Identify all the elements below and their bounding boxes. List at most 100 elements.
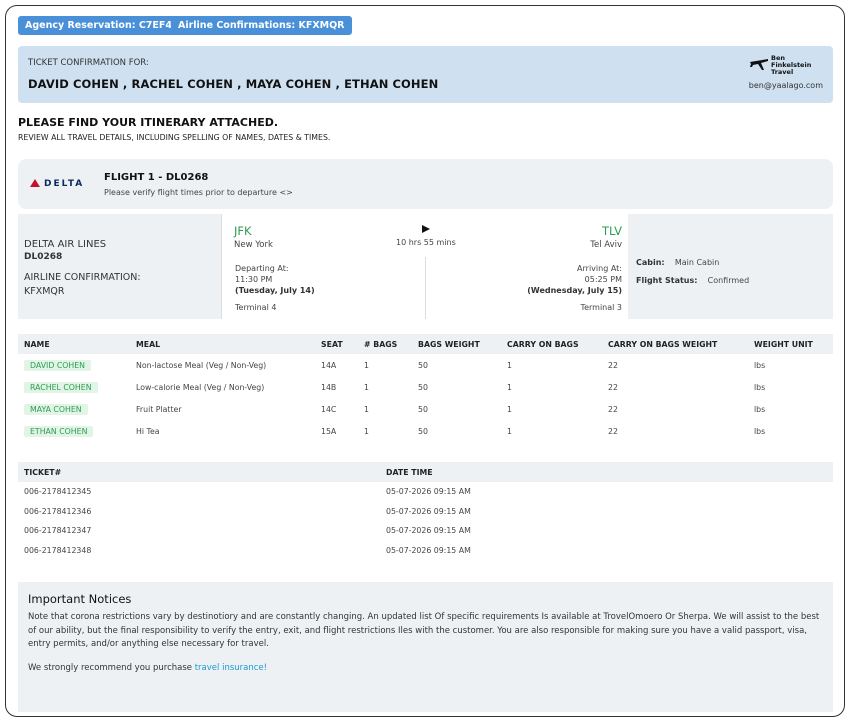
ticket-number-cell: 006-2178412347 — [24, 526, 92, 536]
table-row: DAVID COHEN Non-lactose Meal (Veg / Non-… — [18, 354, 833, 376]
origin-city: New York — [234, 240, 273, 250]
table-row: MAYA COHEN Fruit Platter 14C 1 50 1 22 l… — [18, 398, 833, 420]
flight-heading: FLIGHT 1 - DL0268 — [104, 172, 209, 183]
airline-name: DELTA AIR LINES — [24, 239, 107, 250]
passenger-name-badge: MAYA COHEN — [24, 403, 88, 415]
passenger-name: ETHAN COHEN — [18, 420, 130, 442]
passenger-names: DAVID COHEN , RACHEL COHEN , MAYA COHEN … — [28, 77, 439, 91]
meal-cell: Low-calorie Meal (Veg / Non-Veg) — [136, 382, 265, 392]
passenger-name-badge: ETHAN COHEN — [24, 425, 94, 437]
carry-on-weight-cell: 22 — [608, 382, 618, 392]
seat-cell: 14C — [321, 404, 337, 414]
table-row: 006-2178412345 05-07-2026 09:15 AM — [18, 482, 833, 502]
carry-on-cell: 1 — [507, 360, 512, 370]
flight-number: DL0268 — [24, 252, 63, 262]
agent-logo: Ben Finkelstein Travel — [749, 55, 821, 77]
ticket-table: TICKET# DATE TIME 006-2178412345 05-07-2… — [18, 462, 833, 560]
passenger-name: MAYA COHEN — [18, 398, 130, 420]
cabin-label: Cabin: — [636, 258, 665, 267]
airplane-icon — [750, 59, 768, 70]
delta-logo: DELTA — [30, 179, 84, 189]
flight-status-row: Flight Status: Confirmed — [636, 268, 749, 287]
carry-on-weight-cell: 22 — [608, 404, 618, 414]
passenger-table-header: NAME MEAL SEAT # BAGS BAGS WEIGHT CARRY … — [18, 334, 833, 354]
col-carry-on-weight: CARRY ON BAGS WEIGHT — [602, 334, 748, 354]
bags-cell: 1 — [364, 404, 369, 414]
bags-cell: 1 — [364, 382, 369, 392]
cabin-status-info: Cabin: Main Cabin Flight Status: Confirm… — [628, 214, 833, 319]
arriving-date: (Wednesday, July 15) — [527, 286, 622, 295]
bags-weight-cell: 50 — [418, 404, 428, 414]
col-carry-on-bags: CARRY ON BAGS — [501, 334, 602, 354]
seat-cell: 14A — [321, 360, 337, 370]
departing-time: 11:30 PM — [235, 275, 273, 284]
airline-confirmations-tag: Airline Confirmations: KFXMQR — [171, 16, 352, 35]
origin-code: JFK — [234, 224, 252, 238]
table-row: 006-2178412348 05-07-2026 09:15 AM — [18, 541, 833, 561]
col-seat: SEAT — [315, 334, 358, 354]
carry-on-cell: 1 — [507, 426, 512, 436]
cabin-row: Cabin: Main Cabin — [636, 250, 719, 269]
meal-cell: Fruit Platter — [136, 404, 182, 414]
carry-on-cell: 1 — [507, 382, 512, 392]
bags-weight-cell: 50 — [418, 382, 428, 392]
insurance-recommendation: We strongly recommend you purchase trave… — [28, 663, 267, 673]
table-row: ETHAN COHEN Hi Tea 15A 1 50 1 22 lbs — [18, 420, 833, 442]
agent-name: Ben Finkelstein Travel — [771, 54, 812, 76]
carry-on-weight-cell: 22 — [608, 360, 618, 370]
passenger-name: RACHEL COHEN — [18, 376, 130, 398]
flight-header: DELTA FLIGHT 1 - DL0268 Please verify fl… — [18, 159, 833, 209]
destination-city: Tel Aviv — [590, 240, 622, 250]
arriving-label: Arriving At: — [577, 264, 622, 273]
weight-unit-cell: lbs — [754, 404, 766, 414]
flight-status-label: Flight Status: — [636, 276, 698, 285]
notices-heading: Important Notices — [28, 592, 132, 606]
itinerary-card: Agency Reservation: C7EF40 Airline Confi… — [5, 5, 845, 717]
ticket-date-cell: 05-07-2026 09:15 AM — [386, 506, 471, 516]
bags-cell: 1 — [364, 426, 369, 436]
flight-note: Please verify flight times prior to depa… — [104, 188, 293, 197]
itinerary-subtitle: REVIEW ALL TRAVEL DETAILS, INCLUDING SPE… — [18, 133, 331, 142]
col-bags-weight: BAGS WEIGHT — [412, 334, 501, 354]
itinerary-title: PLEASE FIND YOUR ITINERARY ATTACHED. — [18, 116, 279, 129]
bags-cell: 1 — [364, 360, 369, 370]
arriving-time: 05:25 PM — [584, 275, 622, 284]
cabin-value: Main Cabin — [674, 258, 720, 267]
important-notices: Important Notices Note that corona restr… — [18, 582, 833, 712]
col-bags: # BAGS — [358, 334, 412, 354]
table-row: 006-2178412346 05-07-2026 09:15 AM — [18, 502, 833, 522]
ticket-date-cell: 05-07-2026 09:15 AM — [386, 487, 471, 497]
recommend-text: We strongly recommend you purchase — [28, 663, 193, 673]
agent-email: ben@yaalago.com — [748, 81, 823, 90]
route-divider — [425, 257, 426, 319]
ticket-header: TICKET CONFIRMATION FOR: DAVID COHEN , R… — [18, 46, 833, 103]
airline-confirmation-code: KFXMQR — [24, 286, 65, 297]
col-date-time: DATE TIME — [380, 462, 833, 482]
flight-status-value: Confirmed — [707, 276, 750, 285]
passenger-name-badge: RACHEL COHEN — [24, 381, 98, 393]
departing-terminal: Terminal 4 — [235, 303, 277, 312]
notices-body: Note that corona restrictions vary by de… — [28, 612, 820, 649]
play-arrow-icon — [422, 225, 430, 233]
col-meal: MEAL — [130, 334, 315, 354]
bags-weight-cell: 50 — [418, 360, 428, 370]
meal-cell: Hi Tea — [136, 426, 160, 436]
weight-unit-cell: lbs — [754, 426, 766, 436]
flight-route: JFK New York TLV Tel Aviv 10 hrs 55 mins… — [222, 214, 628, 319]
weight-unit-cell: lbs — [754, 360, 766, 370]
passenger-table: NAME MEAL SEAT # BAGS BAGS WEIGHT CARRY … — [18, 334, 833, 442]
table-row: RACHEL COHEN Low-calorie Meal (Veg / Non… — [18, 376, 833, 398]
ticket-date-cell: 05-07-2026 09:15 AM — [386, 526, 471, 536]
travel-insurance-link[interactable]: travel insurance! — [195, 663, 267, 673]
seat-cell: 14B — [321, 382, 337, 392]
departing-label: Departing At: — [235, 264, 289, 273]
col-name: NAME — [18, 334, 130, 354]
passenger-name: DAVID COHEN — [18, 354, 130, 376]
arriving-terminal: Terminal 3 — [580, 303, 622, 312]
seat-cell: 15A — [321, 426, 337, 436]
table-row: 006-2178412347 05-07-2026 09:15 AM — [18, 521, 833, 541]
ticket-date-cell: 05-07-2026 09:15 AM — [386, 545, 471, 555]
agency-reservation-tag: Agency Reservation: C7EF40 — [18, 16, 186, 35]
passenger-name-badge: DAVID COHEN — [24, 359, 92, 371]
flight-duration: 10 hrs 55 mins — [396, 238, 456, 247]
